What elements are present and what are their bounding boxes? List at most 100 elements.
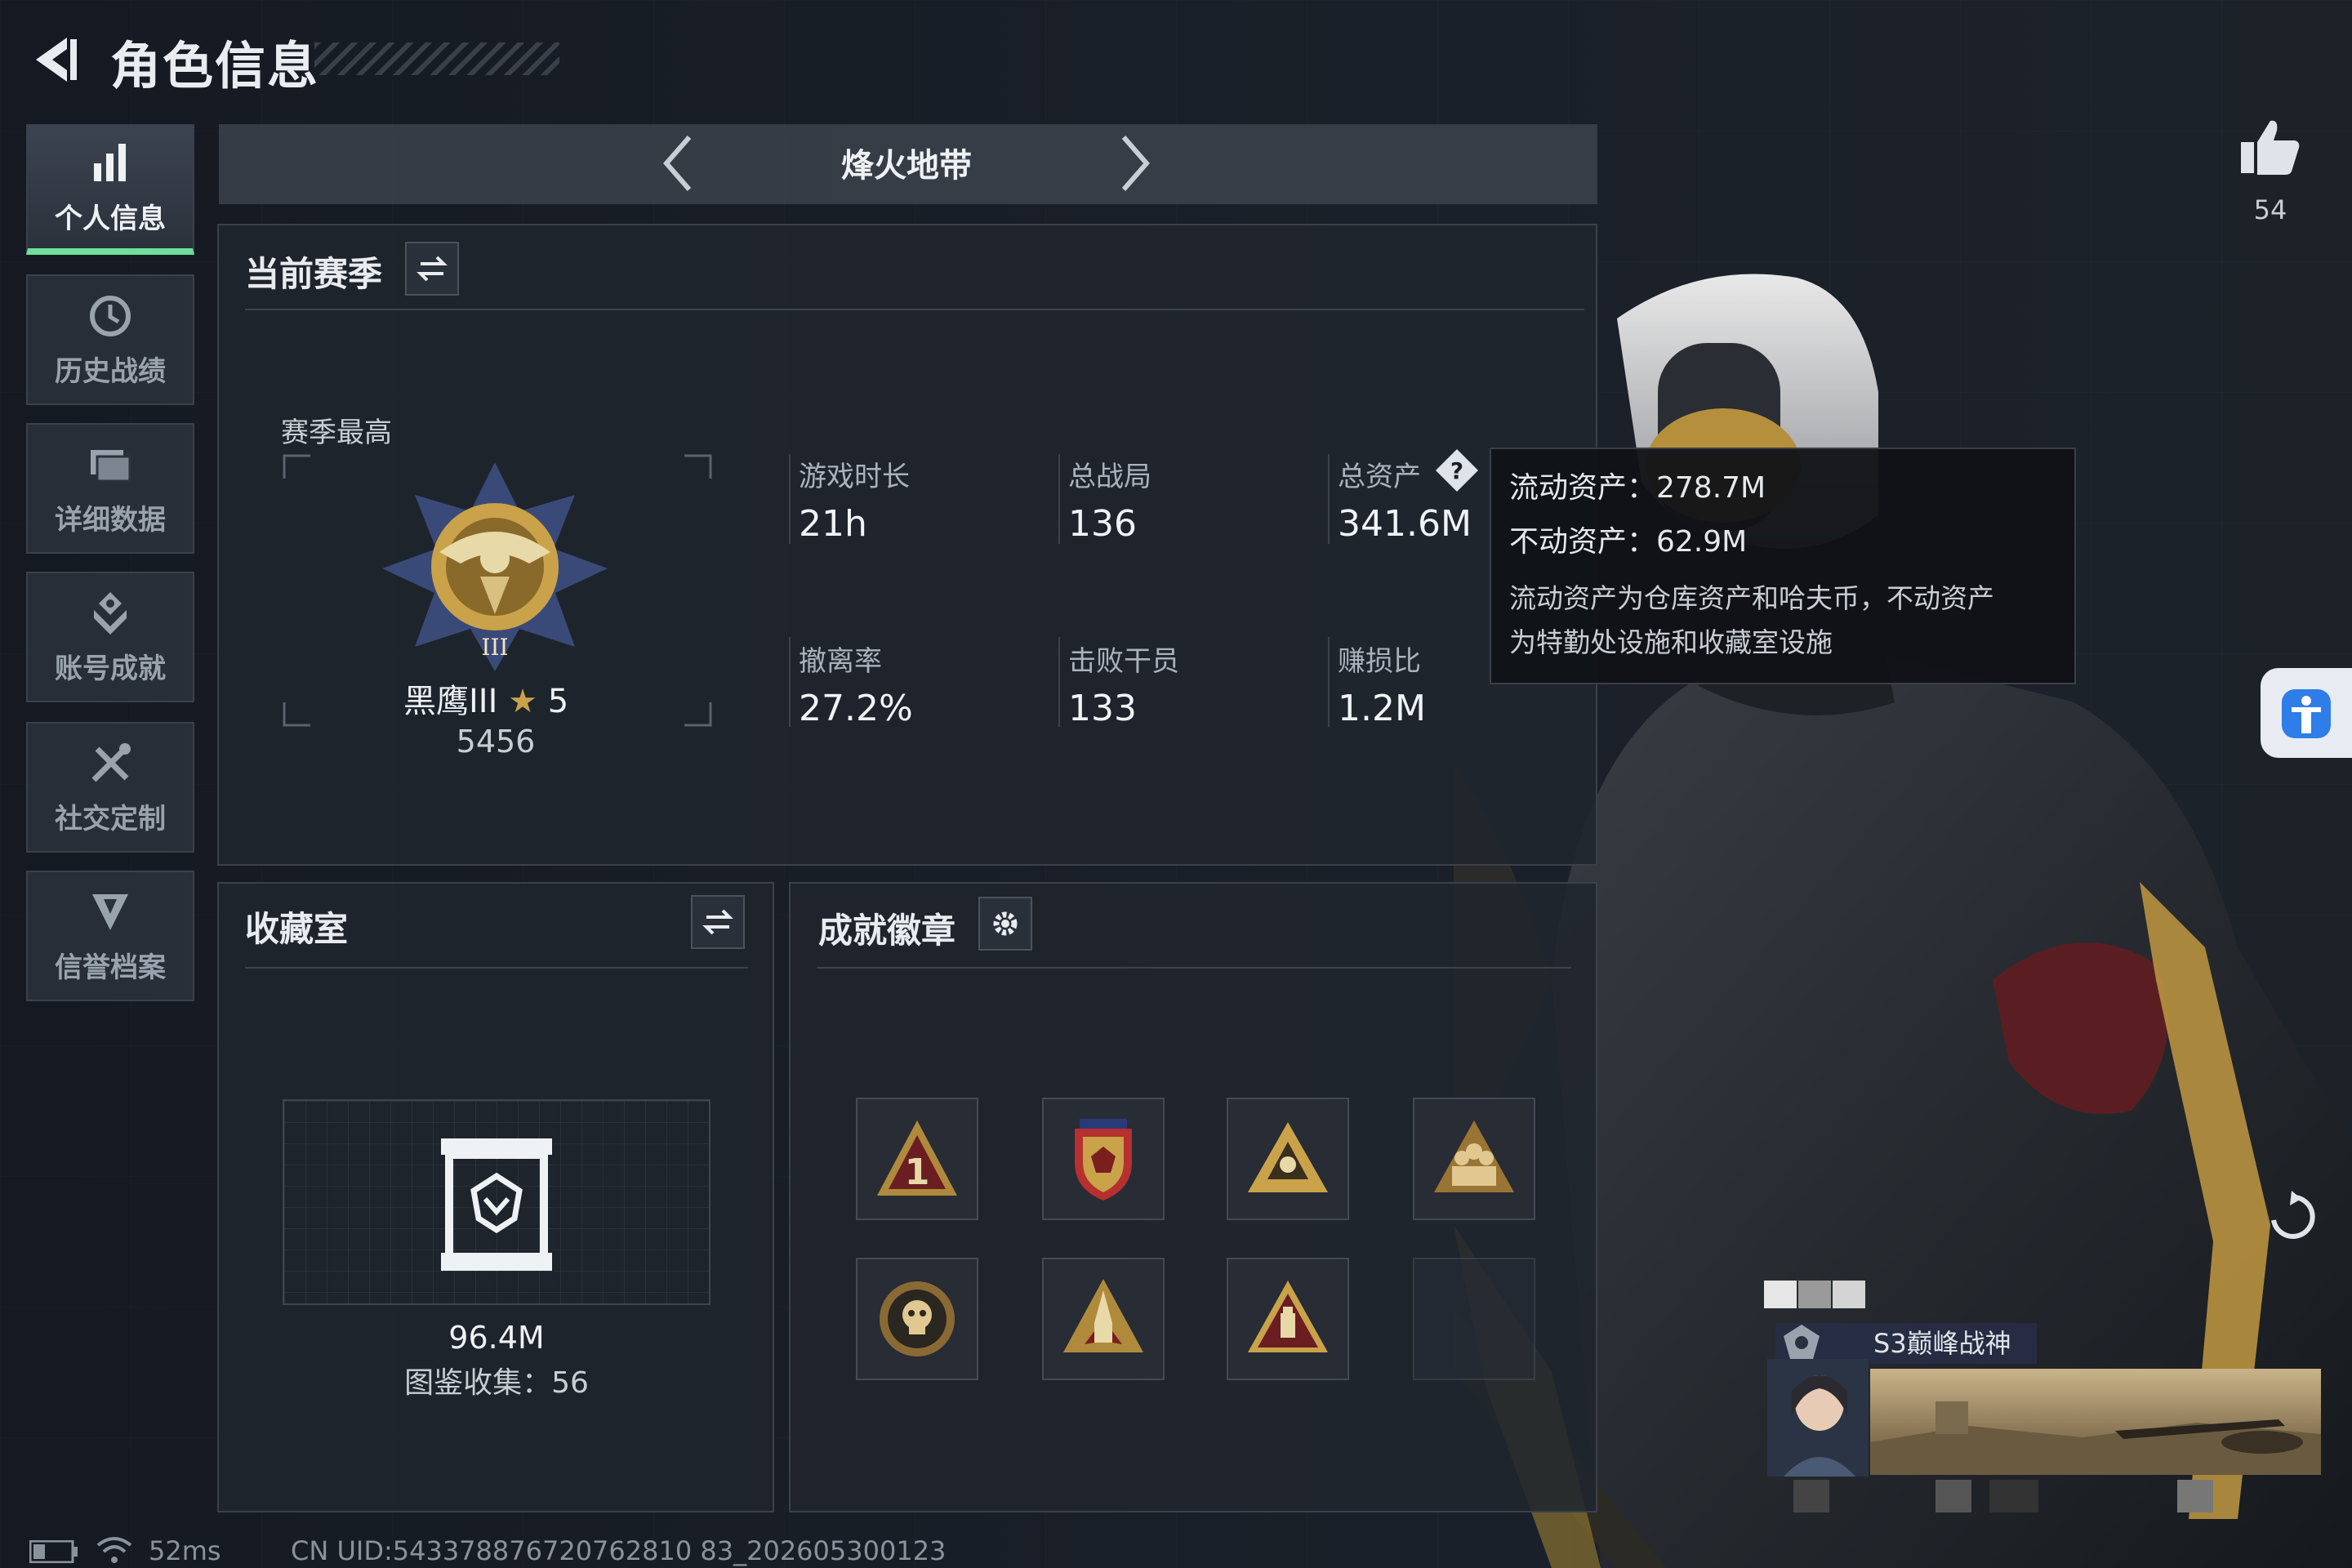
achievement-icon — [94, 591, 127, 635]
collection-switch-button[interactable] — [691, 895, 745, 949]
redacted-info — [1793, 1480, 2316, 1512]
divider — [1328, 637, 1330, 727]
stat-label-profit-ratio: 赚损比 — [1338, 645, 1421, 678]
divider — [245, 967, 748, 969]
rank-name: 黑鹰III — [403, 683, 498, 720]
collection-panel-title: 收藏室 — [245, 909, 349, 949]
season-best-label: 赛季最高 — [281, 416, 392, 449]
badge-slot[interactable]: 1 — [856, 1098, 978, 1220]
sidebar-item-personal-info[interactable]: 个人信息 — [26, 124, 194, 255]
title-decoration — [314, 42, 559, 75]
squad-badge-icon — [1434, 1120, 1514, 1192]
divider — [789, 637, 791, 727]
collection-catalog: 图鉴收集：56 — [404, 1366, 589, 1400]
badge-slot[interactable] — [1042, 1258, 1165, 1380]
like-count: 54 — [2253, 194, 2287, 225]
svg-text:1: 1 — [905, 1152, 930, 1193]
badge-slot[interactable] — [1042, 1098, 1165, 1220]
skull-badge-icon — [880, 1281, 955, 1356]
badge-slot[interactable] — [1227, 1258, 1349, 1380]
bar-chart-icon — [94, 143, 126, 181]
thumbs-up-icon[interactable] — [2238, 114, 2303, 180]
divider — [1058, 454, 1060, 544]
pyramid-badge-icon — [1248, 1122, 1328, 1192]
tooltip-description-line-1: 流动资产为仓库资产和哈夫币，不动资产 — [1509, 582, 1994, 614]
sidebar-item-label: 历史战绩 — [55, 354, 166, 388]
avatar[interactable] — [1767, 1359, 1869, 1477]
user-uid: CN UID:543378876720762810 83_20260530012… — [291, 1535, 947, 1566]
wifi-icon — [96, 1537, 132, 1563]
tooltip-fixed-assets: 不动资产：62.9M — [1509, 525, 1748, 559]
divider — [1328, 454, 1330, 544]
sidebar-item-social-custom[interactable]: 社交定制 — [26, 722, 194, 853]
sidebar-item-credit-file[interactable]: 信誉档案 — [26, 871, 194, 1001]
stat-value-total-matches: 136 — [1068, 503, 1137, 545]
gear-icon — [993, 911, 1018, 936]
back-arrow-icon[interactable] — [24, 31, 82, 88]
swap-icon — [702, 909, 733, 935]
shield-icon — [92, 893, 128, 930]
stat-value-total-assets: 341.6M — [1338, 503, 1472, 545]
rank-one-badge-icon: 1 — [877, 1120, 957, 1196]
mode-title: 烽火地带 — [841, 147, 972, 185]
sidebar-item-label: 个人信息 — [55, 202, 166, 235]
svg-text:III: III — [481, 634, 508, 661]
divider — [789, 454, 791, 544]
rank-emblem-icon: III — [382, 462, 608, 671]
chevron-left-icon[interactable] — [653, 131, 702, 196]
ping-readout: 52ms — [149, 1535, 221, 1566]
badge-slot[interactable] — [1413, 1098, 1535, 1220]
collection-value: 96.4M — [448, 1320, 545, 1356]
stat-label-playtime: 游戏时长 — [799, 461, 910, 493]
stat-label-extract-rate: 撤离率 — [799, 645, 882, 678]
sidebar-item-label: 信誉档案 — [55, 951, 166, 984]
sidebar-item-label: 账号成就 — [55, 652, 166, 685]
accessibility-icon — [2282, 689, 2331, 738]
tooltip-description-line-2: 为特勤处设施和收藏室设施 — [1509, 626, 1833, 658]
display-case-icon — [441, 1138, 552, 1271]
rank-stars: 5 — [547, 683, 569, 720]
help-icon[interactable]: ? — [1434, 448, 1480, 493]
badge-slot[interactable] — [856, 1258, 978, 1380]
stat-label-kills: 击败干员 — [1068, 645, 1179, 678]
rocket-badge-icon — [1063, 1279, 1143, 1352]
season-panel-title: 当前赛季 — [245, 254, 383, 294]
assets-tooltip: 流动资产：278.7M 不动资产：62.9M 流动资产为仓库资产和哈夫币，不动资… — [1490, 448, 2076, 684]
badge-slot-empty[interactable] — [1413, 1258, 1535, 1380]
sidebar-item-label: 详细数据 — [55, 503, 166, 537]
badge-slot[interactable] — [1227, 1098, 1349, 1220]
divider — [245, 309, 1584, 310]
stat-label-total-matches: 总战局 — [1068, 461, 1152, 493]
folder-icon — [91, 449, 131, 482]
player-name-redacted — [1764, 1281, 1927, 1308]
swap-icon — [416, 256, 448, 282]
divider — [1058, 637, 1060, 727]
rotate-icon[interactable] — [2264, 1189, 2319, 1245]
chevron-right-icon[interactable] — [1111, 131, 1160, 196]
tools-icon — [91, 742, 131, 782]
history-icon — [90, 295, 131, 336]
rank-star-icon: ★ — [508, 683, 537, 720]
stat-label-total-assets: 总资产 — [1338, 461, 1421, 493]
title-emblem-icon — [1784, 1325, 1820, 1359]
page-title: 角色信息 — [110, 36, 320, 96]
sidebar-item-label: 社交定制 — [55, 802, 166, 835]
battery-icon — [29, 1540, 78, 1563]
tooltip-liquid-assets: 流动资产：278.7M — [1509, 471, 1766, 505]
stat-value-extract-rate: 27.2% — [799, 688, 913, 729]
divider — [817, 967, 1571, 969]
rank-name-row: 黑鹰III ★ 5 — [403, 675, 599, 722]
usb-badge-icon — [1248, 1281, 1328, 1352]
rank-score: 5456 — [456, 724, 536, 760]
banner-scene-art — [1870, 1401, 2321, 1475]
badges-panel-title: 成就徽章 — [818, 911, 956, 951]
sidebar-item-detailed-data[interactable]: 详细数据 — [26, 423, 194, 554]
stat-value-kills: 133 — [1068, 688, 1137, 729]
badges-settings-button[interactable] — [978, 897, 1032, 951]
sidebar-item-achievements[interactable]: 账号成就 — [26, 572, 194, 702]
shield-badge-icon — [1075, 1119, 1132, 1200]
season-switch-button[interactable] — [405, 242, 459, 296]
accessibility-button[interactable] — [2261, 668, 2352, 758]
sidebar-item-history[interactable]: 历史战绩 — [26, 274, 194, 405]
svg-text:?: ? — [1450, 457, 1463, 484]
